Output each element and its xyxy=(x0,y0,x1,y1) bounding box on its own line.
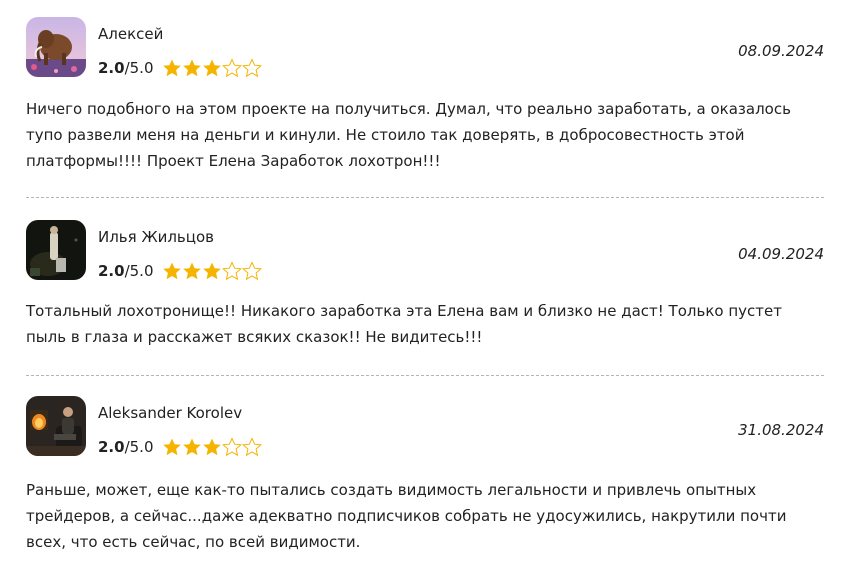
star-filled-icon xyxy=(182,437,202,457)
rating-score: 2.0 xyxy=(98,438,125,456)
review-rating: 2.0 /5.0 xyxy=(98,261,262,281)
fireplace-avatar xyxy=(26,396,86,456)
star-filled-icon xyxy=(162,58,182,78)
star-filled-icon xyxy=(202,58,222,78)
star-filled-icon xyxy=(202,261,222,281)
star-filled-icon xyxy=(162,261,182,281)
star-rating xyxy=(162,437,262,457)
star-empty-icon xyxy=(241,261,262,281)
review-author: Aleksander Korolev xyxy=(98,404,243,422)
night-photo-avatar xyxy=(26,220,86,280)
review-date: 04.09.2024 xyxy=(738,245,824,263)
star-filled-icon xyxy=(182,58,202,78)
rating-score: 2.0 xyxy=(98,262,125,280)
review-text: Тотальный лохотронище!! Никакого заработ… xyxy=(26,302,782,346)
review-header: Илья Жильцов 2.0 /5.0 04.09.2024 xyxy=(26,198,824,282)
rating-max: /5.0 xyxy=(124,59,154,77)
review-rating: 2.0 /5.0 xyxy=(98,437,262,457)
reviews-list: Алексей 2.0 /5.0 08.09.2024 Ничего подоб… xyxy=(26,0,824,582)
review-rating: 2.0 /5.0 xyxy=(98,58,262,78)
star-empty-icon xyxy=(221,261,242,281)
star-rating xyxy=(162,58,262,78)
star-rating xyxy=(162,261,262,281)
review-date: 08.09.2024 xyxy=(738,42,824,60)
review-author: Илья Жильцов xyxy=(98,228,215,246)
review-item: Aleksander Korolev 2.0 /5.0 31.08.2024 Р… xyxy=(26,376,824,582)
star-empty-icon xyxy=(221,58,242,78)
star-filled-icon xyxy=(162,437,182,457)
review-item: Илья Жильцов 2.0 /5.0 04.09.2024 Тотальн… xyxy=(26,198,824,376)
rating-max: /5.0 xyxy=(124,262,154,280)
review-item: Алексей 2.0 /5.0 08.09.2024 Ничего подоб… xyxy=(26,0,824,198)
review-date: 31.08.2024 xyxy=(738,421,824,439)
rating-score: 2.0 xyxy=(98,59,125,77)
star-empty-icon xyxy=(221,437,242,457)
star-filled-icon xyxy=(202,437,222,457)
review-header: Алексей 2.0 /5.0 08.09.2024 xyxy=(26,0,824,80)
mammoth-avatar xyxy=(26,17,86,77)
star-empty-icon xyxy=(241,58,262,78)
star-empty-icon xyxy=(241,437,262,457)
review-author: Алексей xyxy=(98,25,164,43)
star-filled-icon xyxy=(182,261,202,281)
review-text: Раньше, может, еще как-то пытались созда… xyxy=(26,481,787,551)
rating-max: /5.0 xyxy=(124,438,154,456)
review-header: Aleksander Korolev 2.0 /5.0 31.08.2024 xyxy=(26,376,824,460)
review-text: Ничего подобного на этом проекте на полу… xyxy=(26,100,791,170)
